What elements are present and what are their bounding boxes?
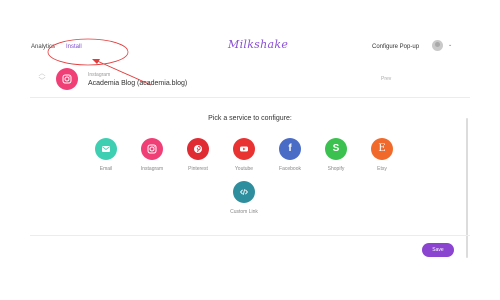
facebook-glyph: f: [288, 143, 292, 154]
nav-install[interactable]: Install: [66, 44, 82, 50]
preview-button[interactable]: Prev: [381, 76, 391, 82]
reorder-handle[interactable]: ︿ ﹀: [37, 70, 47, 90]
email-icon[interactable]: [95, 138, 117, 160]
youtube-icon[interactable]: [233, 138, 255, 160]
service-label: Youtube: [234, 166, 254, 172]
service-label: Pinterest: [188, 166, 208, 172]
brand-logo[interactable]: Milkshake: [228, 38, 288, 51]
instagram-row-icon: [56, 68, 78, 90]
service-etsy[interactable]: E Etsy: [362, 138, 402, 172]
configure-popup-button[interactable]: Configure Pop-up: [372, 44, 419, 50]
scrollbar[interactable]: [466, 118, 468, 258]
service-label: Instagram: [140, 166, 164, 172]
avatar[interactable]: [432, 40, 443, 51]
save-button[interactable]: Save: [422, 243, 454, 257]
service-instagram[interactable]: Instagram: [132, 138, 172, 172]
chevron-down-icon[interactable]: ﹀: [37, 78, 47, 86]
service-email[interactable]: Email: [86, 138, 126, 172]
pinterest-icon[interactable]: [187, 138, 209, 160]
row-account-title[interactable]: Academia Blog (academia.blog): [88, 80, 187, 87]
service-pinterest[interactable]: Pinterest: [178, 138, 218, 172]
service-custom-link[interactable]: Custom Link: [224, 181, 264, 215]
service-facebook[interactable]: f Facebook: [270, 138, 310, 172]
etsy-icon[interactable]: E: [371, 138, 393, 160]
code-icon[interactable]: [233, 181, 255, 203]
nav-analytics[interactable]: Analytics: [31, 44, 55, 50]
row-service-name: Instagram: [88, 72, 111, 78]
service-label: Etsy: [377, 166, 387, 172]
service-label: Facebook: [279, 166, 301, 172]
service-shopify[interactable]: S Shopify: [316, 138, 356, 172]
shopify-icon[interactable]: S: [325, 138, 347, 160]
row-divider: [30, 97, 470, 98]
chevron-down-icon[interactable]: ⌄: [448, 42, 452, 48]
etsy-glyph: E: [378, 143, 386, 154]
service-label: Shopify: [327, 166, 345, 172]
footer-divider: [30, 235, 470, 236]
instagram-icon[interactable]: [141, 138, 163, 160]
service-label: Custom Link: [230, 209, 258, 215]
service-youtube[interactable]: Youtube: [224, 138, 264, 172]
top-navigation: Analytics Install Milkshake Configure Po…: [0, 0, 500, 66]
service-label: Email: [99, 166, 113, 172]
chevron-up-icon[interactable]: ︿: [37, 70, 47, 78]
pick-service-title: Pick a service to configure:: [208, 115, 292, 122]
facebook-icon[interactable]: f: [279, 138, 301, 160]
shopify-glyph: S: [332, 143, 340, 154]
